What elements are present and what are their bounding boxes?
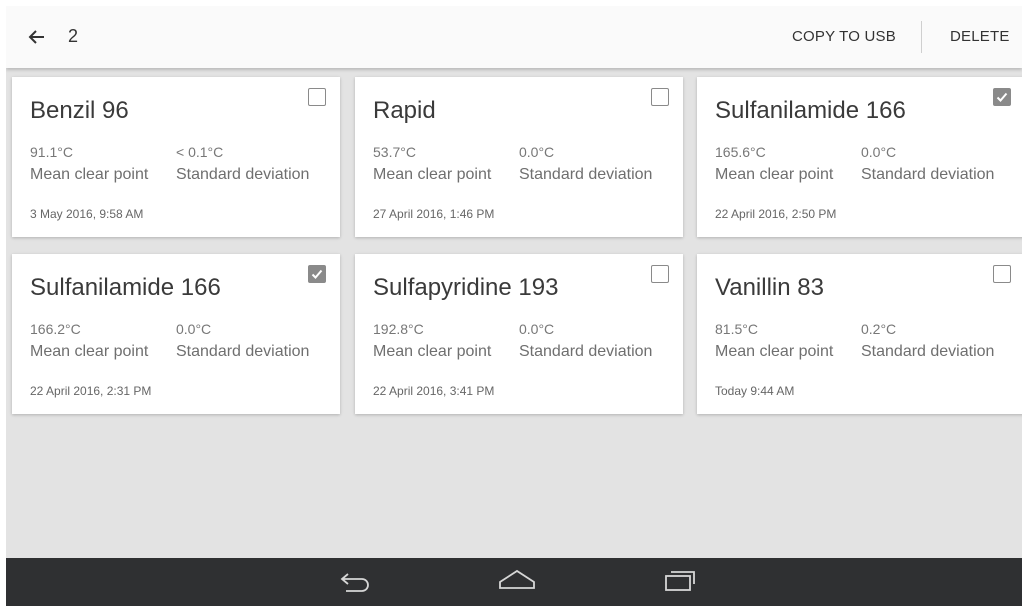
copy-to-usb-button[interactable]: COPY TO USB (792, 28, 896, 45)
recents-icon (665, 571, 695, 591)
card-title: Vanillin 83 (715, 274, 824, 301)
system-nav-bar (6, 558, 1022, 606)
back-button[interactable] (24, 24, 50, 50)
card-date: 22 April 2016, 2:50 PM (715, 207, 837, 221)
check-icon (996, 92, 1008, 102)
check-icon (311, 269, 323, 279)
standard-deviation-label: Standard deviation (519, 343, 653, 360)
mean-clear-point-value: 192.8°C (373, 321, 424, 337)
nav-home-button[interactable] (498, 568, 536, 597)
back-icon (340, 573, 369, 592)
mean-clear-point-value: 91.1°C (30, 144, 73, 160)
mean-clear-point-label: Mean clear point (30, 166, 149, 183)
card-title: Sulfanilamide 166 (30, 274, 221, 301)
card-title: Sulfanilamide 166 (715, 97, 906, 124)
home-icon (499, 569, 535, 589)
standard-deviation-value: 0.0°C (861, 144, 897, 160)
standard-deviation-label: Standard deviation (519, 166, 653, 183)
mean-clear-point-label: Mean clear point (373, 166, 492, 183)
result-card[interactable]: Sulfanilamide 166 166.2°C Mean clear point… (12, 254, 340, 414)
card-title: Benzil 96 (30, 97, 129, 124)
standard-deviation-label: Standard deviation (861, 343, 995, 360)
standard-deviation-value: 0.2°C (861, 321, 897, 337)
mean-clear-point-label: Mean clear point (715, 343, 834, 360)
standard-deviation-value: < 0.1°C (176, 144, 224, 160)
card-date: 3 May 2016, 9:58 AM (30, 207, 144, 221)
selected-count: 2 (68, 26, 79, 46)
delete-button[interactable]: DELETE (950, 28, 1010, 45)
mean-clear-point-value: 166.2°C (30, 321, 81, 337)
nav-recents-button[interactable] (663, 568, 697, 599)
standard-deviation-label: Standard deviation (861, 166, 995, 183)
top-app-bar: 2 COPY TO USB DELETE (6, 6, 1022, 68)
action-divider (921, 21, 922, 53)
result-card[interactable]: Benzil 96 91.1°C Mean clear point < 0.1°C St… (12, 77, 340, 237)
app-frame: 2 COPY TO USB DELETE Benzil 96 91.1°C Mean… (6, 6, 1022, 606)
select-checkbox[interactable] (993, 88, 1011, 106)
standard-deviation-value: 0.0°C (519, 321, 555, 337)
select-checkbox[interactable] (651, 265, 669, 283)
card-title: Sulfapyridine 193 (373, 274, 559, 301)
result-card[interactable]: Sulfapyridine 193 192.8°C Mean clear point… (355, 254, 683, 414)
result-card[interactable]: Vanillin 83 81.5°C Mean clear point 0.2°C St… (697, 254, 1022, 414)
mean-clear-point-label: Mean clear point (373, 343, 492, 360)
standard-deviation-value: 0.0°C (519, 144, 555, 160)
standard-deviation-label: Standard deviation (176, 166, 310, 183)
select-checkbox[interactable] (651, 88, 669, 106)
nav-back-button[interactable] (338, 568, 372, 599)
mean-clear-point-value: 81.5°C (715, 321, 758, 337)
mean-clear-point-label: Mean clear point (30, 343, 149, 360)
select-checkbox[interactable] (308, 265, 326, 283)
standard-deviation-label: Standard deviation (176, 343, 310, 360)
mean-clear-point-value: 53.7°C (373, 144, 416, 160)
result-card[interactable]: Rapid 53.7°C Mean clear point 0.0°C Standard… (355, 77, 683, 237)
mean-clear-point-value: 165.6°C (715, 144, 766, 160)
card-date: 27 April 2016, 1:46 PM (373, 207, 495, 221)
mean-clear-point-label: Mean clear point (715, 166, 834, 183)
select-checkbox[interactable] (993, 265, 1011, 283)
select-checkbox[interactable] (308, 88, 326, 106)
standard-deviation-value: 0.0°C (176, 321, 212, 337)
card-date: 22 April 2016, 2:31 PM (30, 384, 152, 398)
card-date: Today 9:44 AM (715, 384, 795, 398)
arrow-left-icon (28, 30, 44, 44)
card-date: 22 April 2016, 3:41 PM (373, 384, 495, 398)
result-card[interactable]: Sulfanilamide 166 165.6°C Mean clear point… (697, 77, 1022, 237)
card-title: Rapid (373, 97, 436, 124)
